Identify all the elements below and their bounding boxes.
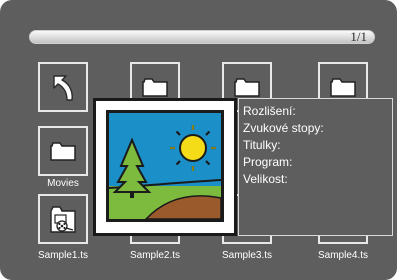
info-size-label: Velikost:	[243, 172, 288, 186]
folder-icon	[50, 141, 76, 161]
media-browser-screen: 1/1 Movies Sample1.ts Sample2.ts Sample3…	[0, 0, 397, 280]
tile-label-sample1: Sample1.ts	[37, 250, 89, 261]
back-arrow-icon	[46, 70, 80, 104]
tile-label-sample3: Sample3.ts	[221, 250, 273, 261]
video-file-icon	[49, 204, 77, 234]
back-tile[interactable]	[38, 62, 88, 112]
image-placeholder-icon	[106, 110, 224, 222]
page-indicator: 1/1	[350, 29, 367, 44]
info-audio-tracks-label: Zvukové stopy:	[243, 121, 324, 135]
file-info-panel: Rozlišení: Zvukové stopy: Titulky: Progr…	[238, 98, 393, 236]
info-program-label: Program:	[243, 155, 293, 169]
tile-label-sample2: Sample2.ts	[129, 250, 181, 261]
folder-icon	[330, 77, 356, 97]
preview-thumbnail	[93, 98, 237, 236]
folder-icon	[234, 77, 260, 97]
info-resolution-label: Rozlišení:	[243, 104, 296, 118]
page-progress-bar	[29, 30, 375, 44]
page-progress-fill	[30, 31, 374, 43]
tile-label-sample4: Sample4.ts	[317, 250, 369, 261]
movies-folder-tile[interactable]	[38, 126, 88, 176]
sample1-file-tile[interactable]	[38, 194, 88, 244]
info-subtitles-label: Titulky:	[243, 138, 281, 152]
folder-icon	[142, 77, 168, 97]
